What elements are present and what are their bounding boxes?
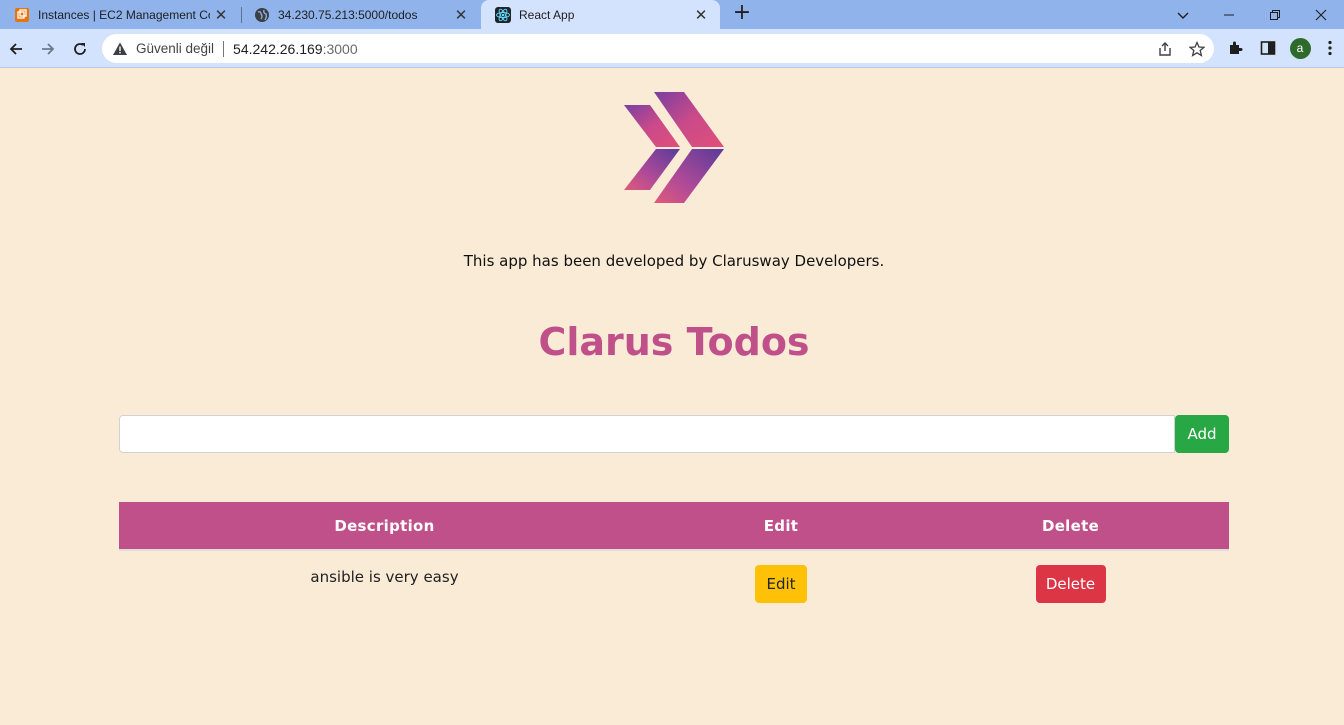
tab-search-chevron-icon[interactable]: [1160, 0, 1206, 29]
window-controls: [1160, 0, 1344, 29]
reload-button[interactable]: [66, 35, 94, 63]
table-header-row: Description Edit Delete: [119, 502, 1229, 551]
url-host: 54.242.26.169: [233, 40, 323, 57]
column-header-edit: Edit: [650, 502, 912, 551]
warning-icon[interactable]: [112, 41, 128, 57]
delete-button[interactable]: Delete: [1035, 564, 1106, 603]
edit-button[interactable]: Edit: [755, 564, 807, 603]
todo-table: Description Edit Delete ansible is very …: [119, 502, 1229, 616]
react-icon: [495, 6, 511, 23]
security-status[interactable]: Güvenli değil: [136, 41, 214, 56]
back-button[interactable]: [2, 35, 30, 63]
tab-title: React App: [519, 7, 575, 22]
clarusway-logo: [624, 92, 724, 203]
edit-cell: Edit: [650, 550, 912, 616]
address-bar-actions: [1156, 40, 1206, 58]
restore-icon[interactable]: [1252, 0, 1298, 29]
new-tab-button[interactable]: +: [730, 2, 754, 26]
delete-cell: Delete: [912, 550, 1229, 616]
browser-menu-button[interactable]: [1322, 37, 1338, 59]
forward-arrow-icon: [42, 43, 55, 55]
kebab-menu-icon: [1328, 40, 1332, 56]
browser-toolbar: Güvenli değil 54.242.26.169:3000 a: [0, 29, 1344, 68]
tab-todos-api[interactable]: 34.230.75.213:5000/todos ✕: [240, 0, 480, 29]
todo-description: ansible is very easy: [310, 568, 459, 586]
todo-input[interactable]: [119, 415, 1175, 453]
browser-tab-strip: Instances | EC2 Management Cor ✕ 34.230.…: [0, 0, 1344, 29]
tab-title: 34.230.75.213:5000/todos: [278, 7, 418, 22]
column-header-description: Description: [119, 502, 650, 551]
url-port: :3000: [322, 40, 358, 57]
address-divider: [223, 40, 225, 57]
aws-ec2-icon: [15, 7, 29, 22]
credit-text: This app has been developed by Clarusway…: [463, 252, 885, 270]
reload-icon: [74, 43, 86, 55]
close-tab-icon[interactable]: ✕: [450, 6, 472, 24]
tab-ec2-instances[interactable]: Instances | EC2 Management Cor ✕: [0, 0, 240, 29]
avatar: a: [1289, 37, 1311, 59]
close-window-icon[interactable]: [1298, 0, 1344, 29]
extensions-button[interactable]: [1225, 37, 1247, 59]
puzzle-icon: [1230, 41, 1243, 54]
address-bar[interactable]: Güvenli değil 54.242.26.169:3000: [102, 34, 1214, 63]
bookmark-star-icon[interactable]: [1188, 40, 1206, 58]
add-button[interactable]: Add: [1175, 415, 1229, 453]
side-panel-icon: [1260, 41, 1276, 55]
close-tab-icon[interactable]: ✕: [690, 6, 712, 24]
globe-icon: [255, 7, 269, 22]
close-tab-icon[interactable]: ✕: [210, 6, 232, 24]
tab-react-app[interactable]: React App ✕: [481, 0, 720, 29]
side-panel-button[interactable]: [1257, 37, 1279, 59]
table-row: ansible is very easy Edit Delete: [119, 550, 1229, 616]
page-title: Clarus Todos: [538, 320, 810, 364]
minimize-icon[interactable]: [1206, 0, 1252, 29]
profile-button[interactable]: a: [1289, 37, 1311, 59]
back-arrow-icon: [9, 43, 22, 55]
tab-title: Instances | EC2 Management Cor: [38, 7, 210, 22]
column-header-delete: Delete: [912, 502, 1229, 551]
share-icon[interactable]: [1156, 40, 1174, 58]
forward-button[interactable]: [34, 35, 62, 63]
